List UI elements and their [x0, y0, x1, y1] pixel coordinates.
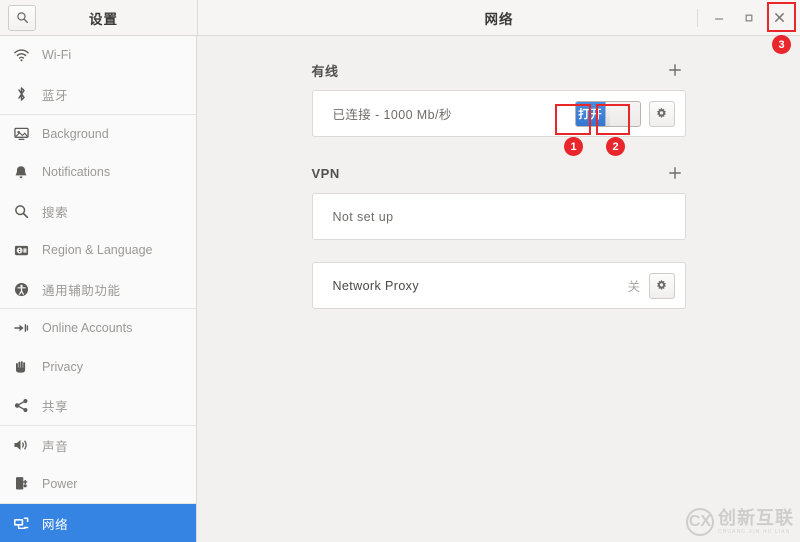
search-icon — [16, 12, 28, 24]
sidebar-item-label: 网络 — [42, 517, 69, 532]
network-proxy-controls: 关 — [627, 272, 675, 299]
plus-icon — [668, 64, 681, 76]
sidebar-item-search[interactable]: 搜索 — [0, 192, 196, 231]
sidebar-item-region-language[interactable]: Region & Language — [0, 231, 196, 270]
network-panel: 有线 已连接 - 1000 Mb/秒 打开 VPN Not set up Net… — [311, 36, 686, 309]
add-vpn-button[interactable] — [664, 162, 686, 184]
wired-toggle-on-label: 打开 — [575, 101, 605, 126]
add-wired-button[interactable] — [664, 59, 686, 81]
background-icon — [11, 124, 31, 144]
window-controls — [697, 0, 800, 35]
annotation-badge-3: 3 — [772, 35, 791, 54]
vpn-section-header: VPN — [312, 161, 686, 185]
maximize-icon — [745, 14, 753, 21]
annotation-badge-1: 1 — [564, 137, 583, 156]
search-icon — [11, 201, 31, 221]
wired-status-label: 已连接 - 1000 Mb/秒 — [332, 108, 452, 122]
sidebar-item-privacy[interactable]: Privacy — [0, 347, 196, 386]
sidebar-item-notifications[interactable]: Notifications — [0, 153, 196, 192]
close-icon — [774, 13, 784, 22]
sidebar-item-label: 蓝牙 — [42, 88, 69, 103]
search-button[interactable] — [8, 4, 36, 31]
sidebar-item-label: 搜索 — [42, 205, 69, 220]
minimize-icon — [714, 17, 724, 20]
bell-icon — [11, 162, 31, 182]
wired-toggle-off-area — [610, 101, 640, 126]
wired-row-controls: 打开 — [574, 100, 675, 127]
sidebar-item-label: Privacy — [42, 359, 83, 374]
sidebar-item-label: Online Accounts — [42, 321, 133, 336]
sidebar-item-label: Notifications — [42, 165, 111, 180]
sidebar-item-sharing[interactable]: 共享 — [0, 386, 196, 425]
window-maximize-button[interactable] — [734, 1, 764, 35]
settings-window: 设置 网络 Wi-Fi 蓝牙 Background Notifications … — [0, 0, 800, 542]
window-minimize-button[interactable] — [704, 1, 734, 35]
wired-section-header: 有线 — [312, 58, 686, 82]
watermark-logo-icon: CX — [686, 508, 714, 536]
settings-title: 设置 — [89, 11, 118, 27]
vpn-section-title: VPN — [311, 165, 340, 181]
sidebar-item-wifi[interactable]: Wi-Fi — [0, 36, 196, 75]
window-body: Wi-Fi 蓝牙 Background Notifications 搜索 Reg… — [0, 36, 800, 542]
sidebar-item-label: 共享 — [42, 400, 69, 415]
sidebar-item-label: Power — [42, 476, 78, 491]
main-content: 有线 已连接 - 1000 Mb/秒 打开 VPN Not set up Net… — [197, 36, 800, 542]
network-proxy-settings-button[interactable] — [648, 272, 675, 299]
annotation-badge-2: 2 — [606, 137, 625, 156]
watermark-logo-text: CX — [688, 513, 712, 530]
network-proxy-card: Network Proxy 关 — [311, 262, 686, 309]
title-bar-right-section: 网络 — [198, 0, 800, 35]
vpn-status-row: Not set up — [313, 194, 685, 239]
plus-icon — [668, 167, 681, 179]
sidebar-item-network[interactable]: 网络 — [0, 503, 196, 542]
sidebar-item-label: 声音 — [42, 439, 69, 454]
privacy-hand-icon — [11, 357, 31, 377]
region-language-icon — [11, 240, 31, 260]
sidebar-item-label: Region & Language — [42, 243, 153, 258]
network-proxy-row[interactable]: Network Proxy 关 — [313, 263, 685, 308]
wired-section-title: 有线 — [311, 63, 339, 79]
gear-icon — [656, 107, 667, 119]
watermark-text-block: 创新互联 CHUANG XIN HU LIAN — [718, 509, 794, 535]
sound-icon — [11, 435, 31, 455]
sidebar-item-power[interactable]: Power — [0, 464, 196, 503]
vpn-card: Not set up — [311, 193, 686, 240]
watermark-main-text: 创新互联 — [718, 508, 794, 528]
network-proxy-label: Network Proxy — [332, 278, 419, 293]
sharing-icon — [11, 396, 31, 416]
sidebar-item-label: Background — [42, 126, 109, 141]
wired-toggle-switch[interactable]: 打开 — [574, 100, 641, 127]
window-close-button[interactable] — [764, 1, 794, 35]
sidebar-item-bluetooth[interactable]: 蓝牙 — [0, 75, 196, 114]
window-controls-divider — [697, 8, 698, 27]
network-proxy-state: 关 — [627, 280, 641, 294]
sidebar-item-accessibility[interactable]: 通用辅助功能 — [0, 270, 196, 309]
wired-settings-button[interactable] — [648, 100, 675, 127]
online-accounts-icon — [11, 318, 31, 338]
sidebar-item-label: Wi-Fi — [42, 48, 72, 63]
sidebar-item-online-accounts[interactable]: Online Accounts — [0, 308, 196, 347]
watermark: CX 创新互联 CHUANG XIN HU LIAN — [686, 508, 794, 536]
title-bar: 设置 网络 — [0, 0, 800, 36]
wifi-icon — [11, 45, 31, 65]
wired-connection-card: 已连接 - 1000 Mb/秒 打开 — [311, 90, 686, 137]
sidebar-item-label: 通用辅助功能 — [42, 283, 121, 298]
gear-icon — [656, 279, 667, 291]
sidebar-item-background[interactable]: Background — [0, 113, 196, 153]
vpn-status-label: Not set up — [332, 209, 394, 224]
sidebar-item-sound[interactable]: 声音 — [0, 425, 196, 464]
power-icon — [11, 474, 31, 494]
sidebar: Wi-Fi 蓝牙 Background Notifications 搜索 Reg… — [0, 36, 197, 542]
wired-connection-row: 已连接 - 1000 Mb/秒 打开 — [313, 91, 685, 136]
bluetooth-icon — [11, 84, 31, 104]
accessibility-icon — [11, 279, 31, 299]
network-icon — [11, 513, 31, 533]
watermark-sub-text: CHUANG XIN HU LIAN — [718, 529, 791, 535]
title-bar-left-section: 设置 — [0, 0, 198, 35]
